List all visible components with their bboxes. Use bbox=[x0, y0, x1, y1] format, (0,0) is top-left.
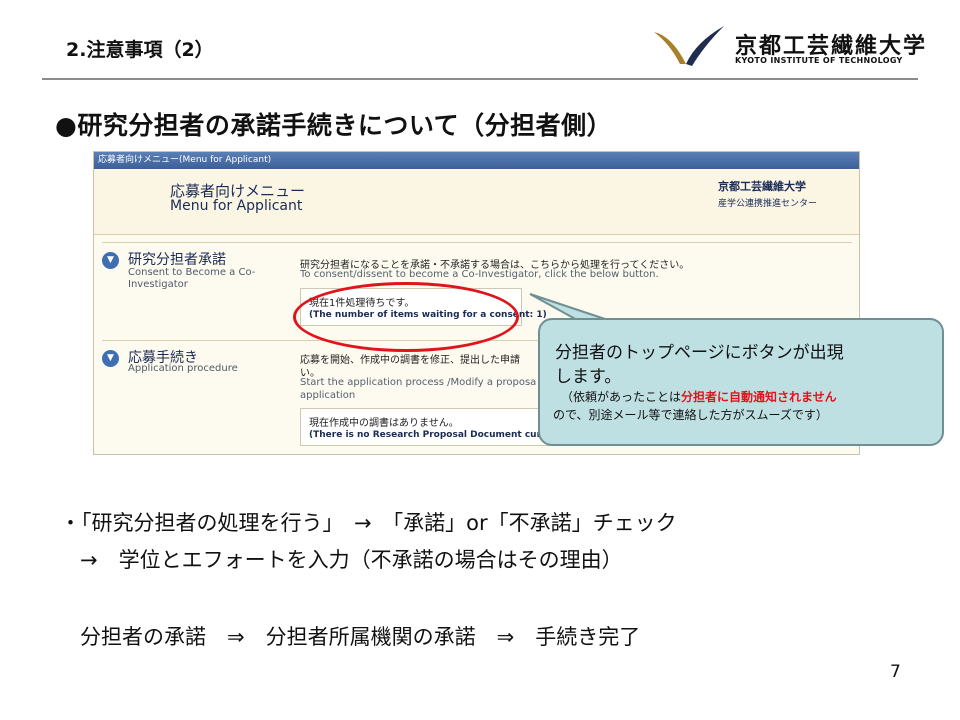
step-line-1: ・「研究分担者の処理を行う」 → 「承諾」or「不承諾」チェック bbox=[60, 511, 677, 535]
callout-text-line1: 分担者のトップページにボタンが出現 bbox=[555, 343, 844, 363]
application-status-en: (There is no Research Proposal Document … bbox=[309, 430, 572, 440]
logo-text-en: KYOTO INSTITUTE OF TECHNOLOGY bbox=[735, 56, 903, 65]
consent-description-en: To consent/dissent to become a Co-Invest… bbox=[300, 269, 659, 280]
callout-warning-text: 分担者に自動通知されません bbox=[681, 390, 837, 404]
row-divider bbox=[102, 242, 852, 243]
section-title: 2.注意事項（2） bbox=[66, 39, 214, 61]
chevron-down-icon[interactable]: ▼ bbox=[102, 252, 119, 269]
center-name: 産学公連携推進センター bbox=[718, 199, 818, 209]
menu-title-en: Menu for Applicant bbox=[170, 198, 303, 214]
chevron-down-icon[interactable]: ▼ bbox=[102, 350, 119, 367]
institution-name: 京都工芸繊維大学 bbox=[718, 180, 806, 193]
callout-note-prefix: （依頼があったことは bbox=[561, 390, 682, 404]
callout-note-line2: ので、別途メール等で連絡した方がスムーズです） bbox=[553, 408, 828, 422]
callout-text-line2: します。 bbox=[555, 367, 622, 387]
co-investigator-consent-label-en: Consent to Become a Co-Investigator bbox=[128, 267, 256, 290]
main-heading: ●研究分担者の承諾手続きについて（分担者側） bbox=[55, 111, 613, 140]
logo-mark-icon bbox=[654, 26, 724, 66]
application-description-en-cont: application bbox=[300, 390, 356, 401]
window-title-bar: 応募者向けメニュー(Menu for Applicant) bbox=[94, 152, 859, 169]
highlight-ellipse bbox=[293, 282, 519, 352]
page-number: 7 bbox=[890, 662, 901, 682]
application-status-jp: 現在作成中の調書はありません。 bbox=[309, 418, 459, 429]
application-description-en: Start the application process /Modify a … bbox=[300, 377, 537, 388]
step-line-2: → 学位とエフォートを入力（不承諾の場合はその理由） bbox=[80, 548, 623, 572]
flow-line: 分担者の承諾 ⇒ 分担者所属機関の承諾 ⇒ 手続き完了 bbox=[80, 625, 641, 649]
application-procedure-label-en: Application procedure bbox=[128, 363, 238, 374]
application-description-jp: 応募を開始、作成中の調書を修正、提出した申請 bbox=[300, 355, 520, 366]
co-investigator-consent-link[interactable]: 研究分担者承諾 bbox=[128, 249, 226, 269]
header-divider bbox=[42, 78, 918, 80]
callout-note-line: （依頼があったことは分担者に自動通知されません bbox=[561, 388, 837, 405]
